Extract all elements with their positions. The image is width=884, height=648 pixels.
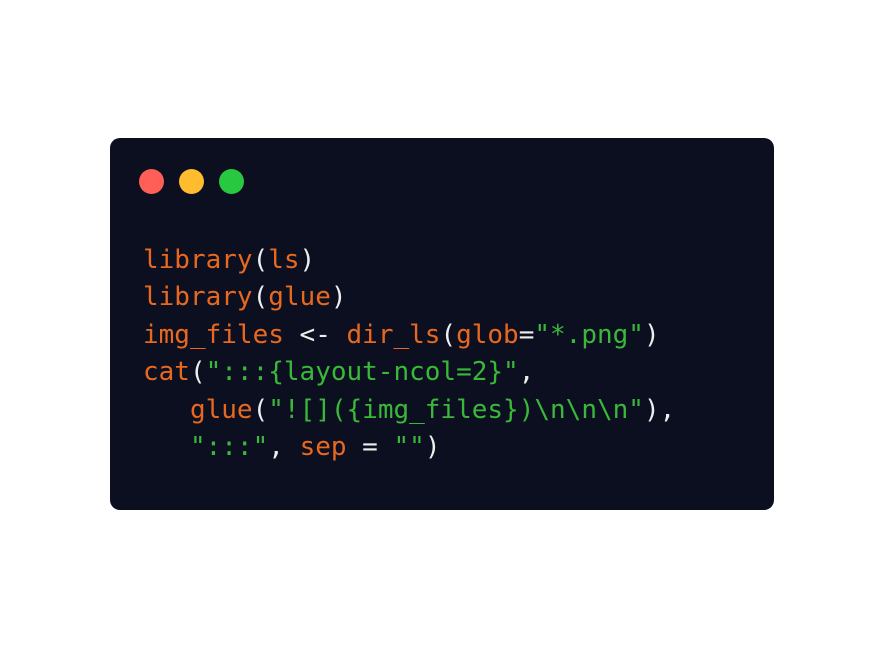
code-window: library(ls) library(glue) img_files <- dir…: [110, 138, 774, 510]
code-token-identifier: glob: [456, 319, 519, 350]
code-token-punctuation: [143, 432, 190, 462]
code-token-identifier: library: [143, 245, 253, 275]
code-token-punctuation: (: [189, 357, 206, 388]
code-token-punctuation: (: [440, 319, 457, 350]
code-line: library(ls): [143, 242, 675, 279]
code-token-punctuation: =: [346, 431, 394, 462]
code-block: library(ls) library(glue) img_files <- dir…: [143, 242, 675, 466]
code-token-punctuation: ): [330, 282, 347, 313]
code-token-punctuation: ,: [268, 431, 300, 462]
code-token-identifier: img_files: [143, 319, 284, 350]
minimize-dot-icon[interactable]: [179, 169, 204, 194]
close-dot-icon[interactable]: [139, 169, 164, 194]
code-token-punctuation: (: [252, 245, 269, 275]
code-token-identifier: glue: [189, 394, 253, 425]
code-token-string: ":::{layout-ncol=2}": [205, 357, 519, 388]
code-token-punctuation: ): [424, 431, 441, 462]
maximize-dot-icon[interactable]: [219, 169, 244, 194]
code-token-punctuation: ): [299, 245, 316, 275]
code-line: glue("![]({img_files})\n\n\n"),: [143, 392, 675, 429]
code-token-identifier: glue: [268, 282, 331, 313]
code-token-punctuation: ): [643, 319, 660, 350]
code-token-identifier: sep: [299, 431, 347, 462]
code-token-string: "![]({img_files})\n\n\n": [268, 394, 644, 425]
code-token-string: ":::": [189, 431, 269, 462]
code-line: cat(":::{layout-ncol=2}",: [143, 354, 675, 391]
code-token-string: "*.png": [534, 319, 644, 350]
code-line: img_files <- dir_ls(glob="*.png"): [143, 317, 675, 354]
code-token-string: "": [393, 431, 425, 462]
code-token-punctuation: <-: [283, 319, 347, 350]
code-token-identifier: dir_ls: [346, 319, 441, 350]
code-token-punctuation: (: [252, 394, 269, 425]
code-token-punctuation: ,: [518, 357, 535, 388]
window-controls: [139, 169, 244, 194]
code-line: ":::", sep = ""): [143, 429, 675, 466]
code-token-identifier: ls: [268, 245, 300, 275]
code-token-punctuation: =: [518, 319, 535, 350]
code-line: library(glue): [143, 279, 675, 316]
code-token-punctuation: ),: [643, 394, 676, 425]
code-token-identifier: cat: [143, 357, 190, 388]
code-token-identifier: library: [143, 282, 253, 313]
code-token-punctuation: (: [252, 282, 269, 313]
code-token-punctuation: [143, 395, 190, 425]
